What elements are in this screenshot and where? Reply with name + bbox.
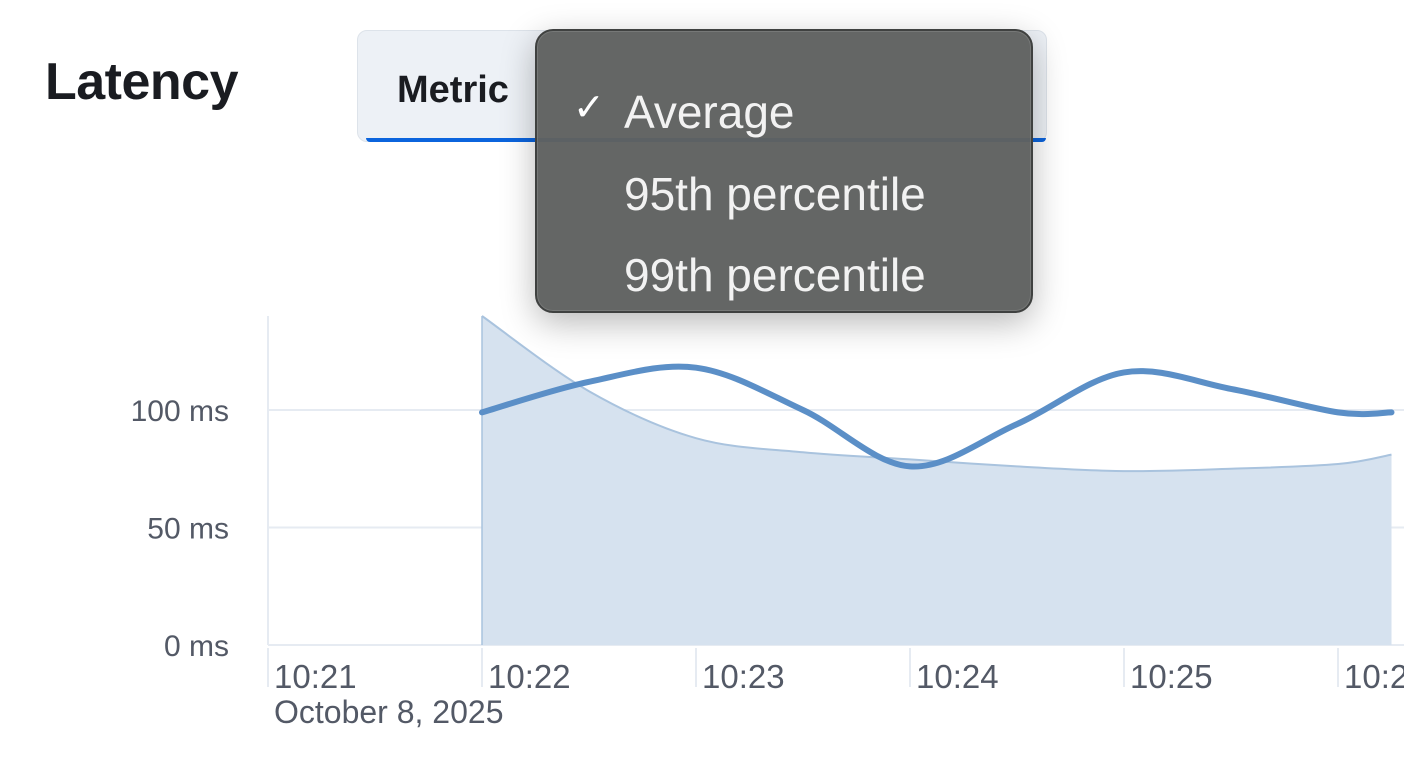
x-tick-label: 10:2 bbox=[1344, 658, 1404, 695]
latency-panel: 100 ms 50 ms 0 ms 10:21 10:22 10:23 10:24 10:25… bbox=[0, 0, 1404, 760]
menu-option-average[interactable]: ✓ Average bbox=[537, 77, 1031, 147]
menu-option-label: 95th percentile bbox=[624, 168, 926, 220]
x-date-label: October 8, 2025 bbox=[274, 694, 503, 730]
menu-option-label: Average bbox=[624, 86, 795, 138]
metric-select-label: Metric bbox=[397, 69, 509, 111]
checkmark-icon: ✓ bbox=[573, 85, 605, 129]
menu-option-95th-percentile[interactable]: 95th percentile bbox=[537, 159, 1031, 229]
x-tick-label: 10:23 bbox=[702, 658, 785, 695]
chart-area-layer bbox=[481, 315, 1392, 645]
latency-area-fill bbox=[482, 316, 1392, 645]
panel-title: Latency bbox=[45, 53, 239, 111]
y-tick-label: 0 ms bbox=[164, 630, 229, 663]
x-tick-label: 10:24 bbox=[916, 658, 999, 695]
menu-option-99th-percentile[interactable]: 99th percentile bbox=[537, 240, 1031, 310]
x-tick-label: 10:22 bbox=[488, 658, 571, 695]
y-tick-label: 50 ms bbox=[147, 513, 229, 546]
y-tick-label: 100 ms bbox=[131, 395, 229, 428]
menu-option-label: 99th percentile bbox=[624, 249, 926, 301]
x-tick-label: 10:25 bbox=[1130, 658, 1213, 695]
x-tick-label: 10:21 bbox=[274, 658, 357, 695]
metric-dropdown-menu: ✓ Average 95th percentile 99th percentil… bbox=[535, 29, 1033, 313]
